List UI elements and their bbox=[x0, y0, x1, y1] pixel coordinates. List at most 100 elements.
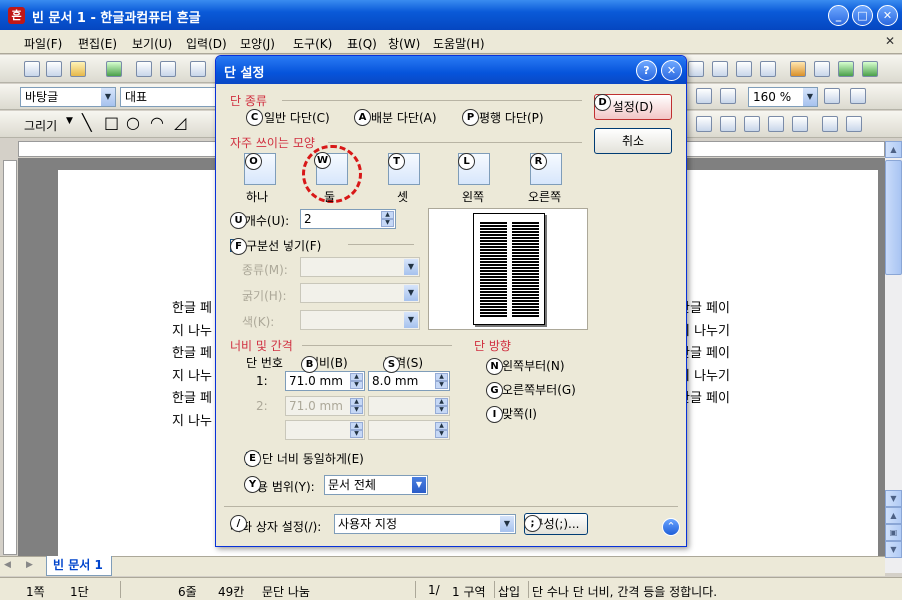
preview-icon[interactable] bbox=[160, 61, 176, 77]
help-button[interactable]: ? bbox=[636, 60, 657, 81]
equal-width-label[interactable]: 단 너비 동일하게(E) bbox=[262, 450, 364, 467]
menu-table[interactable]: 표(Q) bbox=[347, 35, 377, 52]
status-insert[interactable]: 삽입 bbox=[498, 583, 520, 600]
row2-gap-field[interactable]: ▲ ▼ bbox=[368, 396, 450, 416]
row3-gap-field[interactable]: ▲ ▼ bbox=[368, 420, 450, 440]
bookmark-icon[interactable] bbox=[790, 61, 806, 77]
divider-label[interactable]: 구분선 넣기(F) bbox=[246, 237, 321, 254]
maximize-button[interactable]: □ bbox=[852, 5, 873, 26]
row2-width-spinner[interactable]: ▲ ▼ bbox=[350, 398, 363, 414]
zoom-select[interactable]: 160 % ▼ bbox=[748, 87, 818, 107]
scroll-down-icon[interactable]: ▼ bbox=[885, 490, 902, 507]
para-shape-icon[interactable] bbox=[736, 61, 752, 77]
presentation-icon[interactable] bbox=[814, 61, 830, 77]
font-select[interactable]: 대표 bbox=[120, 87, 216, 107]
style-icon[interactable] bbox=[760, 61, 776, 77]
align-center-icon[interactable] bbox=[696, 88, 712, 104]
preset-one-label[interactable]: 하나 bbox=[246, 188, 268, 205]
align-objects-icon[interactable] bbox=[768, 116, 784, 132]
divider-width-select[interactable]: ▼ bbox=[300, 283, 420, 303]
outdent-icon[interactable] bbox=[850, 88, 866, 104]
row1-width-spinner[interactable]: ▲ ▼ bbox=[350, 373, 363, 389]
polygon-tool-icon[interactable]: ◿ bbox=[174, 113, 186, 132]
scroll-thumb[interactable] bbox=[885, 160, 902, 275]
menu-edit[interactable]: 편집(E) bbox=[78, 35, 117, 52]
type-distribute-label[interactable]: 배분 다단(A) bbox=[371, 109, 437, 126]
prev-page-icon[interactable]: ▲ bbox=[885, 507, 902, 524]
distribute-icon[interactable] bbox=[792, 116, 808, 132]
row1-width-field[interactable]: 71.0 mm ▲ ▼ bbox=[285, 371, 365, 391]
cancel-button[interactable]: 취소 bbox=[594, 128, 672, 154]
tab-document[interactable]: 빈 문서 1 bbox=[46, 556, 112, 576]
menu-view[interactable]: 보기(U) bbox=[132, 35, 172, 52]
flip-icon[interactable] bbox=[846, 116, 862, 132]
menu-file[interactable]: 파일(F) bbox=[24, 35, 62, 52]
line-tool-icon[interactable]: ╲ bbox=[82, 113, 92, 132]
rectangle-tool-icon[interactable]: □ bbox=[104, 113, 119, 132]
minimize-button[interactable]: _ bbox=[828, 5, 849, 26]
direction-right-label[interactable]: 오른쪽부터(G) bbox=[502, 381, 576, 398]
p2-icon[interactable] bbox=[862, 61, 878, 77]
menu-input[interactable]: 입력(D) bbox=[186, 35, 227, 52]
preset-left-label[interactable]: 왼쪽 bbox=[462, 188, 484, 205]
undo-icon[interactable] bbox=[190, 61, 206, 77]
chevron-down-icon[interactable]: ▼ bbox=[101, 88, 115, 106]
menu-format[interactable]: 모양(J) bbox=[240, 35, 275, 52]
print-icon[interactable] bbox=[136, 61, 152, 77]
next-page-icon[interactable]: ▼ bbox=[885, 541, 902, 558]
doc-close-icon[interactable]: ✕ bbox=[885, 34, 895, 48]
open-icon[interactable] bbox=[70, 61, 86, 77]
row1-gap-spinner[interactable]: ▲ ▼ bbox=[435, 373, 448, 389]
dialog-close-button[interactable]: ✕ bbox=[661, 60, 682, 81]
save-icon[interactable] bbox=[106, 61, 122, 77]
chevron-down-icon[interactable]: ▼ bbox=[500, 516, 514, 532]
menu-tools[interactable]: 도구(K) bbox=[293, 35, 332, 52]
row3-gap-spinner[interactable]: ▲ ▼ bbox=[435, 422, 448, 438]
type-parallel-label[interactable]: 평행 다단(P) bbox=[479, 109, 544, 126]
close-button[interactable]: ✕ bbox=[877, 5, 898, 26]
new-doc-icon[interactable] bbox=[24, 61, 40, 77]
type-normal-label[interactable]: 일반 다단(C) bbox=[264, 109, 330, 126]
row3-width-field[interactable]: ▲ ▼ bbox=[285, 420, 365, 440]
order-icon[interactable] bbox=[744, 116, 760, 132]
drawing-label[interactable]: 그리기 bbox=[24, 117, 57, 134]
user-setting-select[interactable]: 사용자 지정 ▼ bbox=[334, 514, 516, 534]
tab-prev-icon[interactable]: ◀ bbox=[4, 560, 11, 570]
preset-right-label[interactable]: 오른쪽 bbox=[528, 188, 561, 205]
count-spinner[interactable]: ▲ ▼ bbox=[381, 211, 394, 227]
row1-gap-field[interactable]: 8.0 mm ▲ ▼ bbox=[368, 371, 450, 391]
scroll-up-icon[interactable]: ▲ bbox=[885, 141, 902, 158]
chevron-down-icon[interactable]: ▼ bbox=[404, 312, 418, 328]
divider-color-select[interactable]: ▼ bbox=[300, 310, 420, 330]
align-right-icon[interactable] bbox=[720, 88, 736, 104]
chevron-down-icon[interactable]: ▼ bbox=[803, 88, 817, 106]
menu-help[interactable]: 도움말(H) bbox=[433, 35, 485, 52]
count-field[interactable]: 2 ▲ ▼ bbox=[300, 209, 396, 229]
find-icon[interactable] bbox=[688, 61, 704, 77]
chevron-down-icon[interactable]: ▼ bbox=[412, 477, 426, 493]
row2-gap-spinner[interactable]: ▲ ▼ bbox=[435, 398, 448, 414]
row2-width-field[interactable]: 71.0 mm ▲ ▼ bbox=[285, 396, 365, 416]
preset-two-label[interactable]: 둘 bbox=[324, 188, 335, 205]
page-icon[interactable]: ▣ bbox=[885, 524, 902, 541]
divider-type-select[interactable]: ▼ bbox=[300, 257, 420, 277]
ellipse-tool-icon[interactable]: ○ bbox=[126, 113, 140, 132]
group-icon[interactable] bbox=[696, 116, 712, 132]
apply-select[interactable]: 문서 전체 ▼ bbox=[324, 475, 428, 495]
tab-next-icon[interactable]: ▶ bbox=[26, 560, 33, 570]
preset-three-label[interactable]: 셋 bbox=[397, 188, 408, 205]
template-icon[interactable] bbox=[46, 61, 62, 77]
direction-left-label[interactable]: 왼쪽부터(N) bbox=[502, 357, 565, 374]
rotate-icon[interactable] bbox=[822, 116, 838, 132]
chevron-down-icon[interactable]: ▼ bbox=[404, 285, 418, 301]
char-shape-icon[interactable] bbox=[712, 61, 728, 77]
row3-width-spinner[interactable]: ▲ ▼ bbox=[350, 422, 363, 438]
chevron-down-icon[interactable]: ▼ bbox=[66, 116, 73, 126]
expand-icon[interactable]: ⌃ bbox=[662, 518, 680, 536]
chevron-down-icon[interactable]: ▼ bbox=[404, 259, 418, 275]
direction-facing-label[interactable]: 맞쪽(I) bbox=[502, 405, 537, 422]
style-select[interactable]: 바탕글 ▼ bbox=[20, 87, 116, 107]
arc-tool-icon[interactable]: ◠ bbox=[150, 113, 164, 132]
ungroup-icon[interactable] bbox=[720, 116, 736, 132]
p1-icon[interactable] bbox=[838, 61, 854, 77]
